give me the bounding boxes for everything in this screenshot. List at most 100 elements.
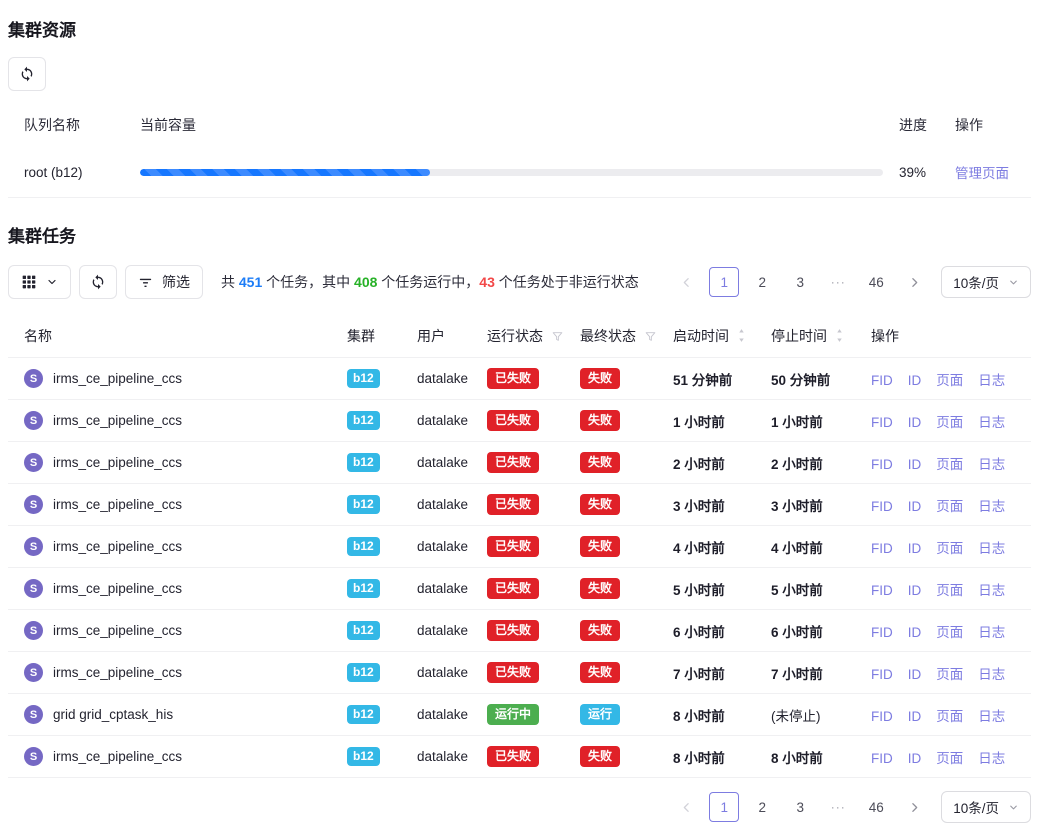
page-size-select[interactable]: 10条/页 [941, 266, 1031, 298]
column-header-final-status[interactable]: 最终状态 [572, 315, 665, 358]
pagination-page-1[interactable]: 1 [709, 267, 739, 297]
final-status-cell: 失败 [572, 400, 665, 442]
action-link-page[interactable]: 页面 [936, 667, 963, 682]
action-link-fid[interactable]: FID [871, 583, 893, 598]
action-link-fid[interactable]: FID [871, 751, 893, 766]
column-header-run-status[interactable]: 运行状态 [479, 315, 572, 358]
action-link-fid[interactable]: FID [871, 373, 893, 388]
final-status-cell: 失败 [572, 442, 665, 484]
action-link-page[interactable]: 页面 [936, 583, 963, 598]
task-actions-cell: FID ID 页面日志 [863, 358, 1031, 400]
column-header-start-time[interactable]: 启动时间 [665, 315, 763, 358]
action-link-id[interactable]: ID [908, 625, 922, 640]
action-link-page[interactable]: 页面 [936, 541, 963, 556]
pagination-page-46[interactable]: 46 [861, 267, 891, 297]
manage-page-link[interactable]: 管理页面 [955, 166, 1009, 181]
action-link-fid[interactable]: FID [871, 499, 893, 514]
action-link-fid[interactable]: FID [871, 709, 893, 724]
action-link-page[interactable]: 页面 [936, 415, 963, 430]
refresh-icon [19, 66, 35, 82]
pagination-prev-button[interactable] [671, 792, 701, 822]
tasks-title: 集群任务 [8, 222, 1031, 247]
action-link-log[interactable]: 日志 [978, 667, 1005, 682]
resources-refresh-button[interactable] [8, 57, 46, 91]
task-name-cell: Sirms_ce_pipeline_ccs [8, 652, 339, 694]
start-time: 8 小时前 [673, 709, 725, 724]
refresh-icon [90, 274, 106, 290]
pagination-next-button[interactable] [899, 267, 929, 297]
sort-icon[interactable] [737, 328, 746, 343]
filter-button[interactable]: 筛选 [125, 265, 203, 299]
action-link-log[interactable]: 日志 [978, 499, 1005, 514]
action-link-log[interactable]: 日志 [978, 415, 1005, 430]
page-size-select[interactable]: 10条/页 [941, 791, 1031, 823]
final-status-cell: 失败 [572, 610, 665, 652]
task-cluster-cell: b12 [339, 652, 409, 694]
table-row: Sirms_ce_pipeline_ccsb12datalake已失败失败2 小… [8, 442, 1031, 484]
start-time-cell: 1 小时前 [665, 400, 763, 442]
action-link-id[interactable]: ID [908, 541, 922, 556]
start-time: 7 小时前 [673, 667, 725, 682]
action-link-page[interactable]: 页面 [936, 457, 963, 472]
pagination-prev-button[interactable] [671, 267, 701, 297]
action-link-id[interactable]: ID [908, 499, 922, 514]
stop-time-cell: (未停止) [763, 694, 863, 736]
task-cluster-cell: b12 [339, 484, 409, 526]
action-link-fid[interactable]: FID [871, 625, 893, 640]
action-link-log[interactable]: 日志 [978, 625, 1005, 640]
avatar: S [24, 705, 43, 724]
run-status-badge: 运行中 [487, 704, 539, 725]
action-link-fid[interactable]: FID [871, 667, 893, 682]
filter-funnel-icon[interactable] [551, 330, 564, 343]
action-link-log[interactable]: 日志 [978, 583, 1005, 598]
pagination-page-2[interactable]: 2 [747, 267, 777, 297]
stop-time-cell: 2 小时前 [763, 442, 863, 484]
pagination-next-button[interactable] [899, 792, 929, 822]
sort-icon[interactable] [835, 328, 844, 343]
pagination-page-3[interactable]: 3 [785, 267, 815, 297]
action-link-id[interactable]: ID [908, 667, 922, 682]
task-name: irms_ce_pipeline_ccs [53, 581, 182, 596]
final-status-badge: 失败 [580, 410, 620, 431]
task-name: irms_ce_pipeline_ccs [53, 623, 182, 638]
action-link-id[interactable]: ID [908, 583, 922, 598]
start-time-cell: 8 小时前 [665, 694, 763, 736]
action-link-log[interactable]: 日志 [978, 373, 1005, 388]
action-link-page[interactable]: 页面 [936, 499, 963, 514]
pagination-page-46[interactable]: 46 [861, 792, 891, 822]
pagination-page-2[interactable]: 2 [747, 792, 777, 822]
action-link-fid[interactable]: FID [871, 457, 893, 472]
task-user-cell: datalake [409, 442, 479, 484]
action-link-id[interactable]: ID [908, 415, 922, 430]
total-task-count: 451 [239, 274, 262, 290]
layout-grid-dropdown-button[interactable] [8, 265, 71, 299]
action-link-id[interactable]: ID [908, 751, 922, 766]
action-link-id[interactable]: ID [908, 373, 922, 388]
pagination-page-3[interactable]: 3 [785, 792, 815, 822]
final-status-cell: 运行 [572, 694, 665, 736]
task-name-cell: Sgrid grid_cptask_his [8, 694, 339, 736]
action-link-log[interactable]: 日志 [978, 457, 1005, 472]
final-status-cell: 失败 [572, 526, 665, 568]
pagination-page-1[interactable]: 1 [709, 792, 739, 822]
task-name: irms_ce_pipeline_ccs [53, 413, 182, 428]
action-link-page[interactable]: 页面 [936, 373, 963, 388]
action-link-log[interactable]: 日志 [978, 709, 1005, 724]
action-link-log[interactable]: 日志 [978, 751, 1005, 766]
action-link-fid[interactable]: FID [871, 415, 893, 430]
task-actions-cell: FID ID 页面日志 [863, 526, 1031, 568]
tasks-refresh-button[interactable] [79, 265, 117, 299]
final-status-badge: 失败 [580, 494, 620, 515]
action-link-page[interactable]: 页面 [936, 625, 963, 640]
filter-funnel-icon[interactable] [644, 330, 657, 343]
action-link-log[interactable]: 日志 [978, 541, 1005, 556]
action-link-id[interactable]: ID [908, 709, 922, 724]
task-name-cell: Sirms_ce_pipeline_ccs [8, 568, 339, 610]
action-link-id[interactable]: ID [908, 457, 922, 472]
action-link-fid[interactable]: FID [871, 541, 893, 556]
column-header-stop-time[interactable]: 停止时间 [763, 315, 863, 358]
action-link-page[interactable]: 页面 [936, 751, 963, 766]
action-link-page[interactable]: 页面 [936, 709, 963, 724]
table-row: Sirms_ce_pipeline_ccsb12datalake已失败失败1 小… [8, 400, 1031, 442]
stop-time-cell: 7 小时前 [763, 652, 863, 694]
